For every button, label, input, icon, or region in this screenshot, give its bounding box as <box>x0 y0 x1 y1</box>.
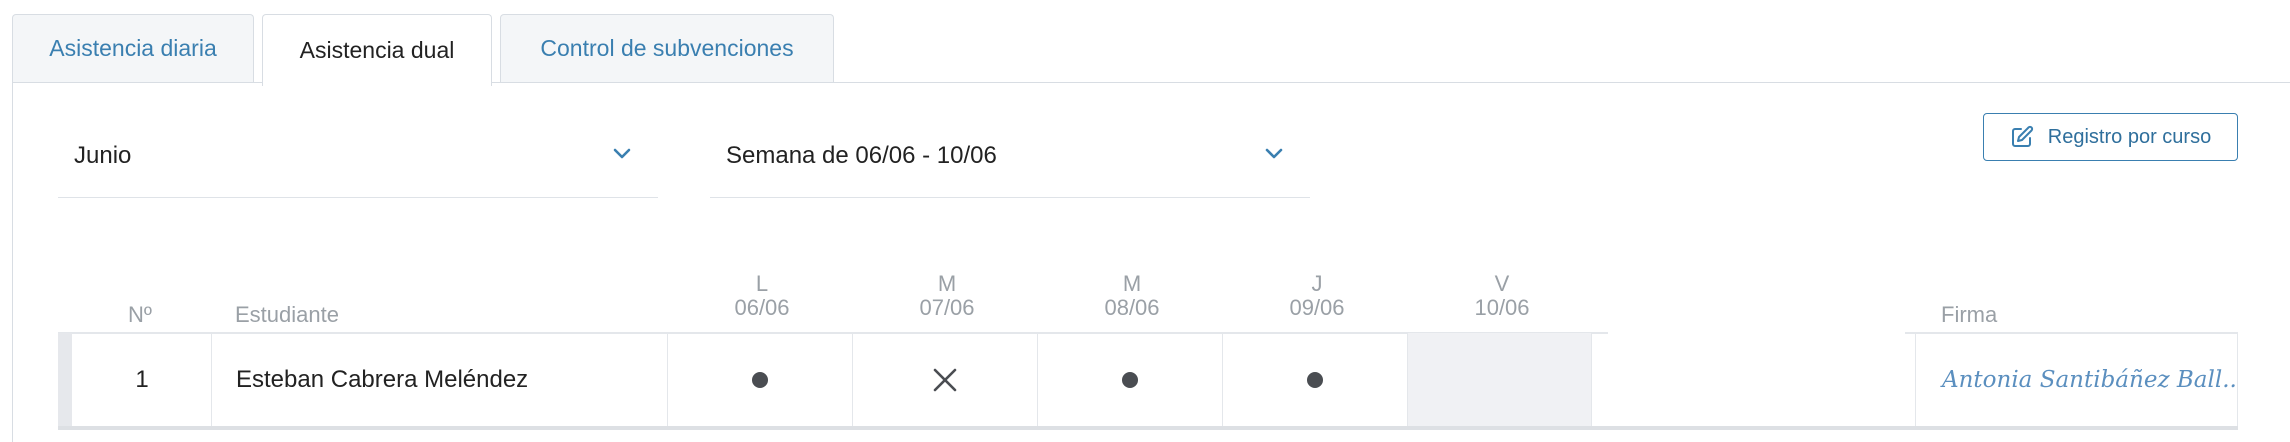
signature: Antonia Santibáñez Ball... <box>1915 333 2238 426</box>
day-date: 10/06 <box>1474 295 1530 320</box>
day-letter: V <box>1494 271 1510 296</box>
absent-x-icon <box>933 368 957 391</box>
attendance-cell-present[interactable] <box>1222 333 1407 426</box>
tab-asistencia-diaria[interactable]: Asistencia diaria <box>12 14 254 82</box>
day-letter: L <box>755 271 769 296</box>
chevron-down-icon <box>613 148 631 159</box>
edit-icon <box>2011 125 2033 147</box>
row-marker <box>58 333 72 430</box>
student-name: Esteban Cabrera Meléndez <box>211 333 667 426</box>
column-header-number: Nº <box>128 302 152 327</box>
register-by-course-button[interactable]: Registro por curso <box>1983 113 2238 161</box>
present-dot-icon <box>1307 371 1323 388</box>
day-date: 07/06 <box>919 295 975 320</box>
column-header-day: M 08/06 <box>1040 272 1224 320</box>
month-select-value: Junio <box>74 142 132 169</box>
column-header-day: M 07/06 <box>855 272 1039 320</box>
attendance-cell-present[interactable] <box>667 333 852 426</box>
present-dot-icon <box>1122 371 1138 388</box>
day-date: 06/06 <box>734 295 790 320</box>
attendance-cell-present[interactable] <box>1037 333 1222 426</box>
tab-asistencia-dual[interactable]: Asistencia dual <box>262 14 492 86</box>
day-letter: M <box>1122 271 1142 296</box>
chevron-down-icon <box>1265 148 1283 159</box>
row-number: 1 <box>135 365 149 393</box>
column-header-day: L 06/06 <box>670 272 854 320</box>
week-select-value: Semana de 06/06 - 10/06 <box>726 142 997 169</box>
week-select[interactable]: Semana de 06/06 - 10/06 <box>710 130 1310 198</box>
column-header-student: Estudiante <box>235 302 339 327</box>
day-letter: J <box>1311 271 1323 296</box>
day-letter: M <box>937 271 957 296</box>
table-bottom-border <box>58 426 2238 430</box>
day-date: 09/06 <box>1289 295 1345 320</box>
attendance-cell-disabled <box>1407 333 1592 426</box>
day-date: 08/06 <box>1104 295 1160 320</box>
tab-control-subvenciones[interactable]: Control de subvenciones <box>500 14 834 82</box>
column-header-signature: Firma <box>1941 302 1998 327</box>
month-select[interactable]: Junio <box>58 130 658 198</box>
column-header-day: J 09/06 <box>1225 272 1409 320</box>
present-dot-icon <box>752 371 768 388</box>
column-header-day: V 10/06 <box>1410 272 1594 320</box>
register-by-course-label: Registro por curso <box>2047 125 2212 148</box>
attendance-cell-absent[interactable] <box>852 333 1037 426</box>
